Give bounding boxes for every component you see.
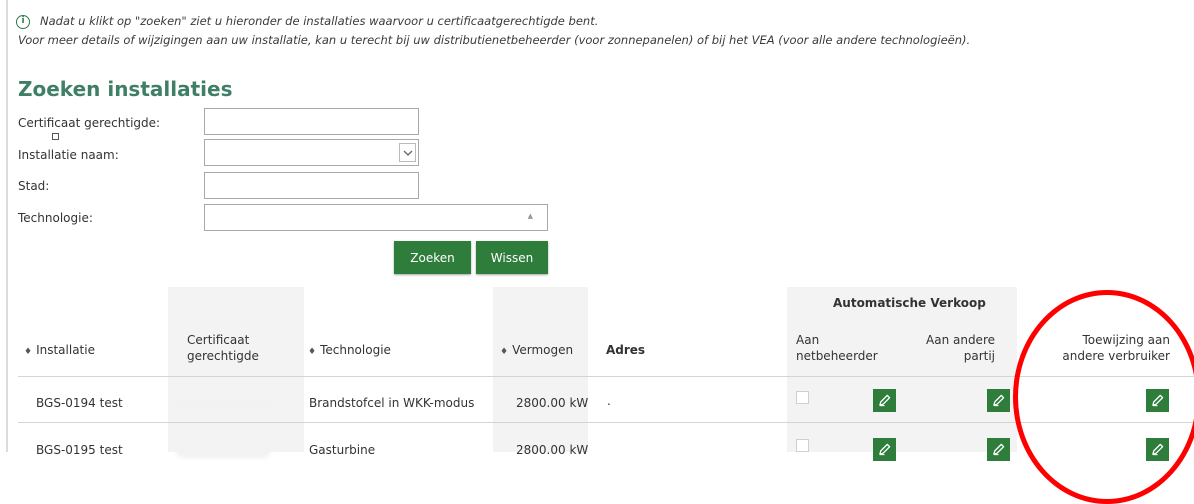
- cell-adres: .: [607, 394, 611, 408]
- stad-input[interactable]: [204, 172, 419, 199]
- redacted-certificaat: [178, 445, 268, 455]
- netbeheerder-checkbox[interactable]: [796, 391, 809, 404]
- wissen-button[interactable]: Wissen: [476, 241, 548, 274]
- cell-vermogen: 2800.00 kW: [516, 443, 589, 457]
- certificaat-input[interactable]: [204, 108, 419, 135]
- header-installatie[interactable]: ♦ Installatie: [24, 342, 95, 360]
- automatische-verkoop-header: Automatische Verkoop: [833, 296, 986, 310]
- info-message: i Nadat u klikt op "zoeken" ziet u hiero…: [16, 12, 971, 50]
- info-circle-icon: i: [16, 14, 30, 29]
- cell-installatie: BGS-0194 test: [36, 396, 123, 410]
- page-title: Zoeken installaties: [18, 77, 233, 101]
- header-technologie-label: Technologie: [320, 343, 391, 357]
- header-andere-partij: Aan andere partij: [908, 332, 995, 364]
- automatische-verkoop-shade: [787, 287, 1017, 452]
- netbeheerder-checkbox[interactable]: [796, 439, 809, 452]
- pencil-icon[interactable]: [873, 389, 896, 412]
- vermogen-column-shade: [493, 287, 588, 452]
- certificaat-label: Certificaat gerechtigde:: [18, 116, 161, 130]
- certificaat-column-shade: [168, 287, 304, 452]
- redacted-certificaat: [178, 398, 268, 408]
- info-text-line1: Nadat u klikt op "zoeken" ziet u hierond…: [40, 14, 599, 28]
- header-certificaat-line1: Certificaat: [187, 333, 250, 347]
- header-vermogen-label: Vermogen: [512, 343, 574, 357]
- header-andere-line2: partij: [963, 349, 995, 363]
- header-netbeheerder-line2: netbeheerder: [796, 349, 878, 363]
- cell-technologie: Gasturbine: [309, 443, 376, 457]
- header-netbeheerder-line1: Aan: [796, 333, 820, 347]
- zoeken-button[interactable]: Zoeken: [394, 241, 471, 274]
- cell-vermogen: 2800.00 kW: [516, 396, 589, 410]
- header-installatie-label: Installatie: [36, 343, 95, 357]
- sort-icon: ♦: [308, 347, 317, 357]
- header-certificaat-line2: gerechtigde: [187, 349, 259, 363]
- pencil-icon[interactable]: [987, 389, 1010, 412]
- annotation-highlight-circle: [1013, 290, 1194, 504]
- header-vermogen[interactable]: ♦ Vermogen: [500, 342, 573, 360]
- chevron-down-icon[interactable]: [399, 143, 416, 162]
- cell-installatie: BGS-0195 test: [36, 443, 123, 457]
- pencil-icon[interactable]: [873, 438, 896, 461]
- header-certificaat: Certificaat gerechtigde: [187, 332, 259, 364]
- header-andere-line1: Aan andere: [926, 333, 995, 347]
- installatie-select[interactable]: [204, 139, 419, 166]
- installatie-label: Installatie naam:: [18, 148, 119, 162]
- checkbox-marker: [52, 133, 59, 140]
- sort-icon: ♦: [500, 347, 509, 357]
- caret-up-icon: ▲: [527, 212, 533, 220]
- header-netbeheerder: Aan netbeheerder: [796, 332, 878, 364]
- header-adres: Adres: [606, 343, 646, 357]
- pencil-icon[interactable]: [987, 438, 1010, 461]
- header-technologie[interactable]: ♦ Technologie: [308, 342, 391, 360]
- info-text-line2: Voor meer details of wijzigingen aan uw …: [18, 33, 971, 47]
- technologie-multiselect[interactable]: ▲: [204, 204, 548, 231]
- sort-icon: ♦: [24, 347, 33, 357]
- left-border: [6, 0, 8, 452]
- stad-label: Stad:: [18, 179, 50, 193]
- technologie-label: Technologie:: [18, 211, 93, 225]
- cell-technologie: Brandstofcel in WKK-modus: [309, 396, 475, 410]
